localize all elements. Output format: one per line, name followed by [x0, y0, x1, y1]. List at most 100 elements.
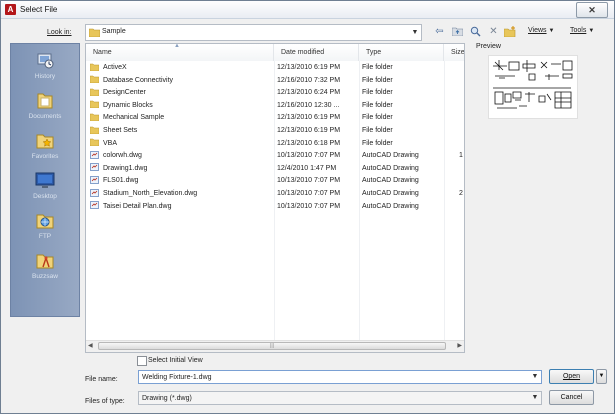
- folder-icon: [90, 88, 99, 96]
- place-desktop[interactable]: Desktop: [11, 170, 79, 200]
- place-favorites[interactable]: Favorites: [11, 130, 79, 160]
- dwg-file-icon: [90, 201, 99, 209]
- sort-ascending-icon: ▲: [174, 43, 180, 49]
- open-options-chevron-icon[interactable]: ▼: [596, 369, 607, 384]
- open-button[interactable]: Open: [549, 369, 594, 384]
- chevron-down-icon[interactable]: ▼: [409, 25, 421, 40]
- create-new-folder-icon[interactable]: [503, 26, 516, 38]
- views-menu[interactable]: Views ▼: [528, 27, 555, 34]
- place-label: Buzzsaw: [31, 273, 58, 280]
- files-of-type-label: Files of type:: [85, 398, 125, 405]
- search-web-icon[interactable]: [470, 26, 481, 37]
- file-row[interactable]: Database Connectivity 12/16/2010 7:32 PM F…: [86, 75, 464, 88]
- folder-icon: [90, 113, 99, 122]
- column-header-label: Date modified: [281, 49, 325, 56]
- file-row[interactable]: Stadium_North_Elevation.dwg 10/13/2010 7:…: [86, 188, 464, 201]
- file-type: AutoCAD Drawing: [362, 164, 419, 172]
- file-name-value: Welding Fixture-1.dwg: [142, 374, 212, 381]
- file-name: VBA: [90, 138, 272, 151]
- file-type: File folder: [362, 64, 393, 71]
- file-type: AutoCAD Drawing: [362, 189, 419, 197]
- column-header-date[interactable]: Date modified: [274, 44, 359, 61]
- file-row[interactable]: Dynamic Blocks 12/16/2010 12:30 ... File f…: [86, 100, 464, 113]
- select-file-dialog: A Select File ✕ Look in: Sample ▼ ⇦ ✕ Vi…: [0, 0, 615, 414]
- file-type: File folder: [362, 76, 393, 84]
- file-size: 2: [459, 189, 463, 197]
- file-date: 12/4/2010 1:47 PM: [277, 164, 337, 172]
- file-name: DesignCenter: [90, 87, 272, 100]
- place-history[interactable]: History: [11, 50, 79, 80]
- select-initial-view-checkbox[interactable]: [137, 356, 147, 366]
- column-header-name[interactable]: ▲ Name: [86, 44, 274, 61]
- file-name-input[interactable]: Welding Fixture-1.dwg ▼: [138, 370, 542, 384]
- window-title: Select File: [20, 5, 58, 14]
- file-row[interactable]: VBA 12/13/2010 6:18 PM File folder: [86, 138, 464, 151]
- scroll-right-icon[interactable]: ▶: [457, 342, 462, 349]
- documents-icon: [37, 93, 53, 109]
- dwg-file-icon: [90, 163, 99, 172]
- files-of-type-select[interactable]: Drawing (*.dwg) ▼: [138, 391, 542, 405]
- files-of-type-value: Drawing (*.dwg): [142, 395, 192, 402]
- preview-label: Preview: [476, 43, 501, 50]
- folder-icon: [90, 63, 99, 71]
- history-icon: [37, 53, 54, 69]
- views-chevron-down-icon: ▼: [548, 28, 555, 34]
- file-type: File folder: [362, 126, 393, 134]
- file-row[interactable]: FLS01.dwg 10/13/2010 7:07 PM AutoCAD Drawi…: [86, 175, 464, 188]
- file-row[interactable]: Drawing1.dwg 12/4/2010 1:47 PM AutoCAD Dra…: [86, 163, 464, 176]
- horizontal-scrollbar[interactable]: ◀ ||| ▶: [86, 340, 464, 352]
- file-name: Dynamic Blocks: [90, 100, 272, 113]
- file-row[interactable]: Sheet Sets 12/13/2010 6:19 PM File folder: [86, 125, 464, 138]
- file-name: Stadium_North_Elevation.dwg: [90, 188, 272, 201]
- file-name: colorwh.dwg: [90, 150, 272, 163]
- chevron-down-icon[interactable]: ▼: [529, 392, 541, 404]
- file-name: FLS01.dwg: [90, 175, 272, 188]
- file-row[interactable]: ActiveX 12/13/2010 6:19 PM File folder: [86, 62, 464, 75]
- file-date: 12/16/2010 12:30 ...: [277, 101, 340, 109]
- autocad-app-icon: A: [5, 4, 16, 15]
- preview-image: [493, 60, 573, 109]
- file-row[interactable]: colorwh.dwg 10/13/2010 7:07 PM AutoCAD Dra…: [86, 150, 464, 163]
- title-bar: A Select File ✕: [1, 1, 614, 19]
- file-size: 1: [459, 152, 463, 160]
- back-icon[interactable]: ⇦: [434, 26, 445, 37]
- folder-icon: [90, 138, 99, 147]
- file-row[interactable]: DesignCenter 12/13/2010 6:24 PM File folde…: [86, 87, 464, 100]
- file-date: 10/13/2010 7:07 PM: [277, 177, 341, 185]
- file-date: 10/13/2010 7:07 PM: [277, 152, 341, 160]
- place-documents[interactable]: Documents: [11, 90, 79, 120]
- scrollbar-thumb[interactable]: |||: [98, 342, 446, 350]
- look-in-value: Sample: [102, 28, 126, 35]
- column-header-size[interactable]: Size: [444, 44, 464, 61]
- file-name: Database Connectivity: [90, 75, 272, 88]
- place-label: Documents: [28, 113, 62, 120]
- file-list[interactable]: ▲ Name Date modified Type Size ActiveX 12…: [85, 43, 465, 353]
- file-type: File folder: [362, 89, 393, 97]
- select-initial-view-label[interactable]: Select Initial View: [148, 357, 203, 364]
- up-one-level-icon[interactable]: [451, 26, 464, 37]
- file-name: Sheet Sets: [90, 125, 272, 138]
- tools-menu[interactable]: Tools ▼: [570, 27, 594, 34]
- cancel-button[interactable]: Cancel: [549, 390, 594, 405]
- place-buzzsaw[interactable]: Buzzsaw: [11, 250, 79, 280]
- column-header-label: Type: [366, 49, 382, 56]
- desktop-icon: [35, 172, 55, 188]
- folder-icon: [90, 76, 99, 84]
- file-date: 12/13/2010 6:19 PM: [277, 114, 341, 122]
- look-in-combo[interactable]: Sample ▼: [85, 24, 422, 41]
- buzzsaw-icon: [36, 254, 54, 269]
- file-row[interactable]: Taisei Detail Plan.dwg 10/13/2010 7:07 PM…: [86, 201, 464, 214]
- chevron-down-icon[interactable]: ▼: [529, 371, 541, 383]
- place-label: Favorites: [31, 153, 59, 160]
- close-button[interactable]: ✕: [576, 2, 608, 18]
- look-in-label: Look in:: [47, 29, 72, 36]
- folder-icon: [90, 101, 99, 109]
- file-type: AutoCAD Drawing: [362, 152, 419, 160]
- file-row[interactable]: Mechanical Sample 12/13/2010 6:19 PM File …: [86, 112, 464, 125]
- file-date: 12/13/2010 6:18 PM: [277, 139, 341, 147]
- folder-icon: [89, 28, 100, 37]
- delete-icon[interactable]: ✕: [488, 26, 499, 37]
- column-header-type[interactable]: Type: [359, 44, 444, 61]
- scroll-left-icon[interactable]: ◀: [88, 342, 93, 349]
- place-ftp[interactable]: FTP: [11, 210, 79, 240]
